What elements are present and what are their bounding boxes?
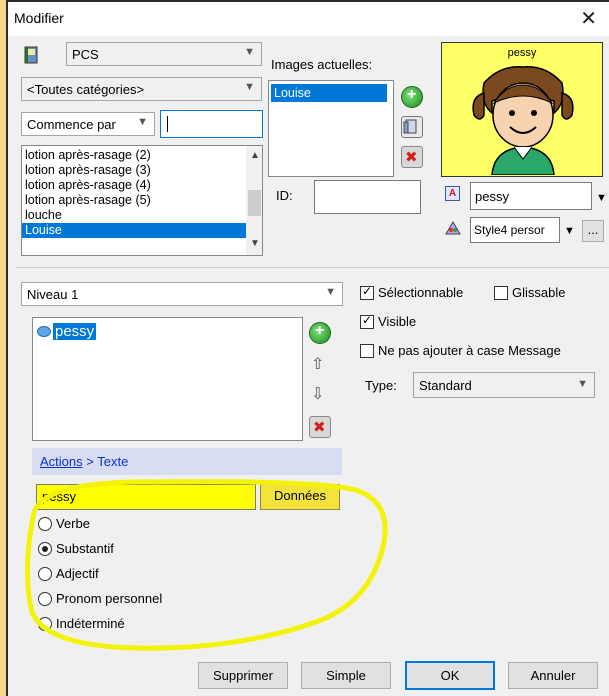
add-message-button[interactable] xyxy=(309,322,331,344)
list-item[interactable]: Louise xyxy=(271,84,387,102)
symbol-list[interactable]: lotion après-rasage (2) lotion après-rasa… xyxy=(21,145,263,256)
image-icon xyxy=(403,119,417,134)
modifier-dialog: Modifier ✕ PCS ▼ <Toutes catégories> ▼ Com… xyxy=(8,2,609,696)
edit-image-button[interactable] xyxy=(401,116,423,138)
add-image-button[interactable] xyxy=(401,86,423,108)
selectable-checkbox[interactable]: ✓ xyxy=(360,284,374,300)
ok-button[interactable]: OK xyxy=(405,661,495,690)
list-item[interactable]: pessy xyxy=(53,323,97,340)
symbol-set-select[interactable]: PCS ▼ xyxy=(66,42,262,66)
no-message-label: Ne pas ajouter à case Message xyxy=(378,343,561,358)
font-icon[interactable]: A xyxy=(445,186,460,201)
title-bar: Modifier ✕ xyxy=(8,2,609,36)
category-select[interactable]: <Toutes catégories> ▼ xyxy=(21,77,262,101)
chevron-down-icon[interactable]: ▼ xyxy=(596,192,607,204)
type-label: Type: xyxy=(365,378,397,393)
book-icon xyxy=(23,46,39,64)
speech-bubble-icon xyxy=(37,326,51,337)
window-title: Modifier xyxy=(14,10,64,26)
label-text-input[interactable]: pessy xyxy=(470,182,592,210)
list-item[interactable]: lotion après-rasage (2) xyxy=(22,148,246,163)
level-select[interactable]: Niveau 1 ▼ xyxy=(21,282,343,306)
breadcrumb-link-actions[interactable]: Actions xyxy=(40,454,83,469)
breadcrumb-separator: > xyxy=(82,454,98,469)
search-mode-select[interactable]: Commence par ▼ xyxy=(21,112,155,136)
delete-message-button[interactable] xyxy=(309,416,331,438)
list-item[interactable]: lotion après-rasage (5) xyxy=(22,193,246,208)
girl-portrait-icon xyxy=(472,66,574,175)
delete-button[interactable]: Supprimer xyxy=(198,662,288,689)
chevron-down-icon[interactable]: ▼ xyxy=(564,225,575,237)
message-list[interactable]: pessy xyxy=(32,317,303,441)
delete-image-button[interactable] xyxy=(401,146,423,168)
draggable-label: Glissable xyxy=(512,285,566,300)
divider xyxy=(16,267,609,268)
current-images-list[interactable]: Louise xyxy=(268,80,394,177)
palette-icon[interactable] xyxy=(444,220,462,236)
highlight-annotation xyxy=(24,479,388,651)
id-label: ID: xyxy=(276,188,293,203)
type-select[interactable]: Standard ▼ xyxy=(413,372,595,398)
visible-label: Visible xyxy=(378,314,417,329)
search-input[interactable] xyxy=(160,110,263,138)
list-item[interactable]: Louise xyxy=(22,223,246,238)
list-item[interactable]: louche xyxy=(22,208,246,223)
breadcrumb: Actions > Texte xyxy=(32,448,342,475)
arrow-up-icon[interactable]: ⇧ xyxy=(311,354,324,374)
visible-checkbox[interactable]: ✓ xyxy=(360,313,374,329)
no-message-checkbox[interactable] xyxy=(360,344,374,358)
scrollbar[interactable]: ▲ ▼ xyxy=(246,146,262,255)
list-item[interactable]: lotion après-rasage (3) xyxy=(22,163,246,178)
style-more-button[interactable]: ... xyxy=(582,220,604,242)
id-input[interactable] xyxy=(314,180,421,214)
breadcrumb-current: Texte xyxy=(97,454,129,469)
style-select[interactable]: Style4 persor xyxy=(470,217,560,243)
simple-button[interactable]: Simple xyxy=(301,662,391,689)
symbol-preview: pessy xyxy=(441,42,603,177)
arrow-down-icon[interactable]: ⇩ xyxy=(311,384,324,404)
selectable-label: Sélectionnable xyxy=(378,285,464,300)
current-images-label: Images actuelles: xyxy=(271,57,373,72)
preview-caption: pessy xyxy=(507,47,537,59)
cancel-button[interactable]: Annuler xyxy=(508,662,598,689)
list-item[interactable]: lotion après-rasage (4) xyxy=(22,178,246,193)
scrollbar-thumb[interactable] xyxy=(248,190,261,216)
draggable-checkbox[interactable] xyxy=(494,286,508,300)
close-icon[interactable]: ✕ xyxy=(580,6,597,31)
